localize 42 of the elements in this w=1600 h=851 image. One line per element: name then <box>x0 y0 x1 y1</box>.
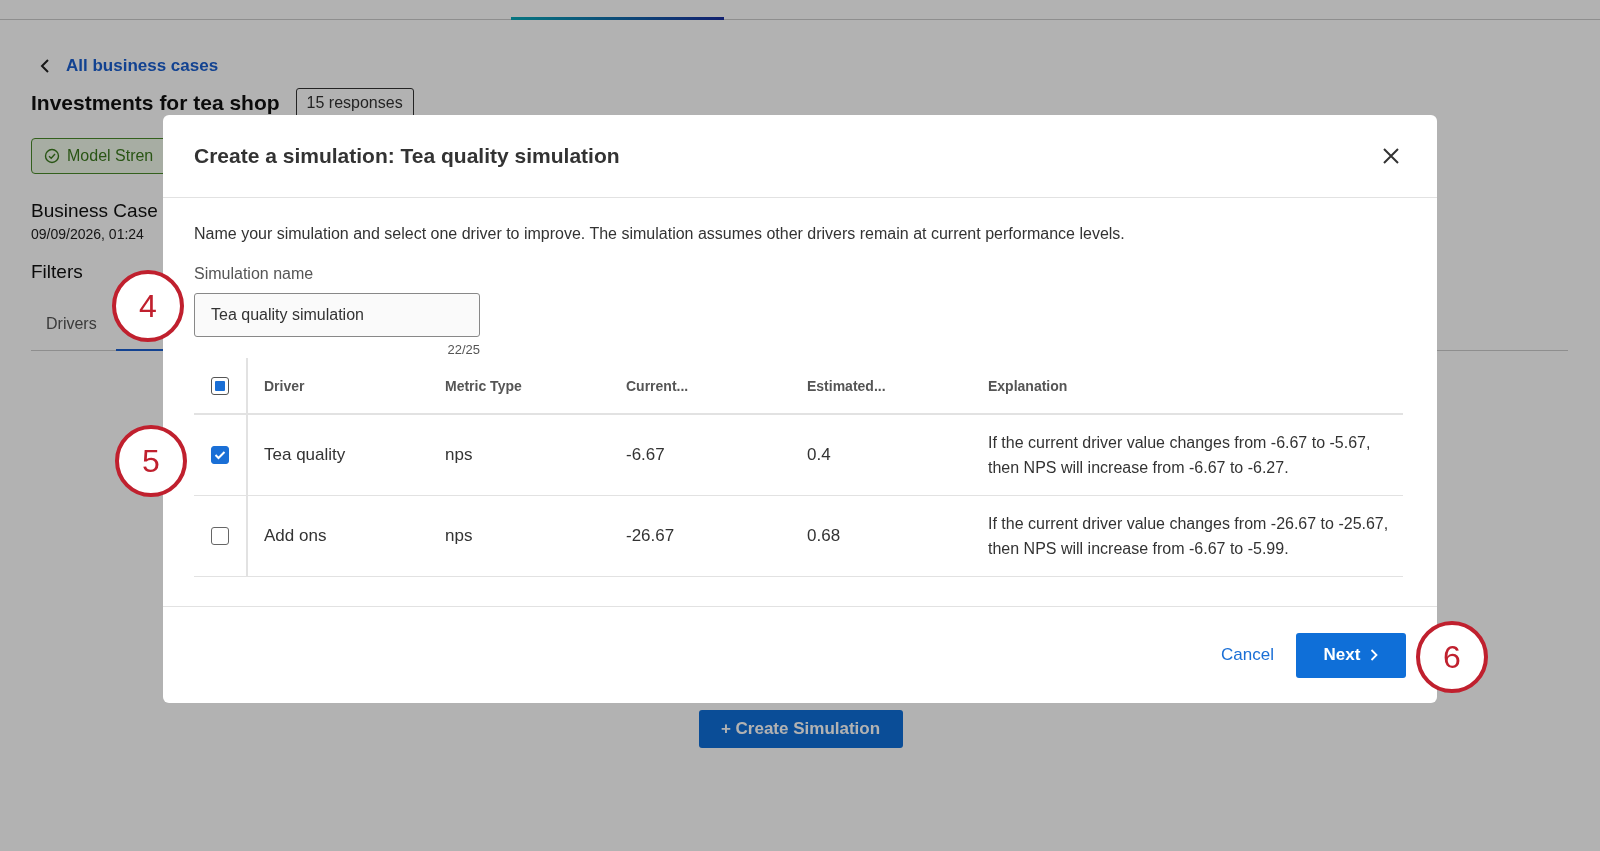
page-title: Investments for tea shop <box>31 91 280 115</box>
dialog-title: Create a simulation: Tea quality simulation <box>194 144 620 168</box>
table-cell: 0.68 <box>791 495 972 576</box>
column-header: Current... <box>610 358 791 414</box>
table-cell: If the current driver value changes from -6.67 to -5.67, then NPS will increase from -6.67 to -6.27. <box>972 414 1403 495</box>
next-button[interactable]: Next <box>1296 632 1406 678</box>
column-header: Driver <box>247 358 429 414</box>
select-all-checkbox[interactable] <box>211 376 229 395</box>
step-number-marker: 5 <box>115 425 187 497</box>
table-cell: -6.67 <box>610 414 791 495</box>
close-button[interactable] <box>1381 146 1401 166</box>
table-cell: Add ons <box>247 495 429 576</box>
timestamp: 09/09/2026, 01:24 <box>31 226 144 242</box>
create-simulation-button[interactable]: + Create Simulation <box>698 710 903 748</box>
badge-label: Model Stren <box>67 147 154 165</box>
field-label: Simulation name <box>194 265 315 283</box>
section-title: Business Case <box>31 200 158 222</box>
close-icon <box>1383 148 1399 164</box>
back-link[interactable]: All business cases <box>66 56 219 76</box>
checkmark-icon <box>214 450 226 461</box>
table-cell: nps <box>429 414 610 495</box>
table-cell: If the current driver value changes from -26.67 to -25.67, then NPS will increase from -6.67 to -5.99. <box>972 495 1403 576</box>
step-number-marker: 6 <box>1416 621 1488 693</box>
table-cell: Tea quality <box>247 414 429 495</box>
table-cell: -26.67 <box>610 495 791 576</box>
character-counter: 22/25 <box>446 342 480 357</box>
column-header: Explanation <box>972 358 1403 414</box>
table-cell: nps <box>429 495 610 576</box>
row-checkbox[interactable] <box>211 526 229 545</box>
table-cell: 0.4 <box>791 414 972 495</box>
name-input-field[interactable]: Tea quality simulation <box>194 293 480 337</box>
back-chevron-icon <box>40 59 50 73</box>
filters-label: Filters <box>31 261 83 283</box>
chevron-right-icon <box>1370 649 1379 661</box>
check-circle-icon <box>44 148 60 164</box>
tab[interactable]: Drivers <box>31 315 112 350</box>
column-header: Estimated... <box>791 358 972 414</box>
cancel-button[interactable]: Cancel <box>1221 641 1274 669</box>
row-checkbox[interactable] <box>211 446 229 465</box>
column-header: Metric Type <box>429 358 610 414</box>
step-number-marker: 4 <box>112 270 184 342</box>
description-text: Name your simulation and select one driver to improve. The simulation assumes other drivers remain at current performance levels. <box>194 225 1126 243</box>
